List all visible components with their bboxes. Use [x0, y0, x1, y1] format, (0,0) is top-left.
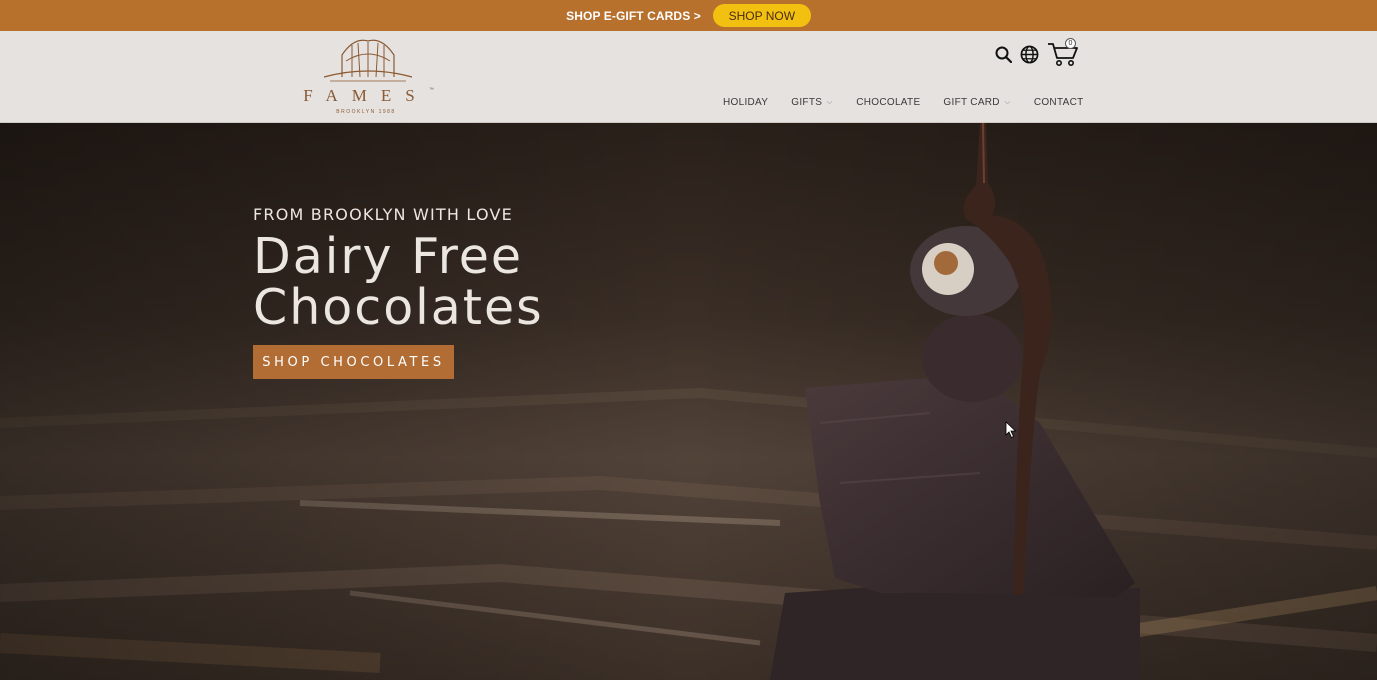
- promo-bar: SHOP E-GIFT CARDS > SHOP NOW: [0, 0, 1377, 31]
- nav-item-label: GIFTS: [791, 97, 823, 108]
- nav-item-chocolate[interactable]: CHOCOLATE: [856, 97, 920, 108]
- bridge-logo-icon: [323, 39, 413, 82]
- site-header: FAMES ™ BROOKLYN 1988 0 HOLIDAY GIFTS CH…: [0, 31, 1377, 123]
- hero-chocolate-image: [0, 123, 1377, 680]
- hero-banner: FROM BROOKLYN WITH LOVE Dairy Free Choco…: [0, 123, 1377, 680]
- hero-title: Dairy Free Chocolates: [253, 231, 613, 333]
- logo[interactable]: FAMES ™ BROOKLYN 1988: [296, 37, 442, 119]
- hero-title-line: Chocolates: [253, 279, 544, 336]
- mouse-cursor-icon: [1005, 421, 1017, 439]
- shop-now-button[interactable]: SHOP NOW: [712, 4, 811, 27]
- nav-item-gift-card[interactable]: GIFT CARD: [943, 97, 1011, 108]
- main-nav: HOLIDAY GIFTS CHOCOLATE GIFT CARD CONTAC…: [723, 97, 1084, 108]
- chevron-down-icon: [826, 100, 833, 105]
- nav-item-gifts[interactable]: GIFTS: [791, 97, 833, 108]
- nav-item-label: CHOCOLATE: [856, 97, 921, 108]
- logo-wordmark: FAMES: [303, 86, 429, 105]
- nav-item-holiday[interactable]: HOLIDAY: [723, 97, 768, 108]
- hero-eyebrow: FROM BROOKLYN WITH LOVE: [253, 205, 513, 224]
- nav-item-label: GIFT CARD: [943, 97, 1000, 108]
- search-icon[interactable]: [995, 46, 1012, 63]
- globe-icon[interactable]: [1020, 45, 1039, 64]
- chevron-down-icon: [1004, 100, 1011, 105]
- nav-item-label: CONTACT: [1033, 97, 1084, 108]
- logo-subtitle: BROOKLYN 1988: [336, 109, 396, 115]
- nav-item-contact[interactable]: CONTACT: [1034, 97, 1084, 108]
- nav-item-label: HOLIDAY: [723, 97, 769, 108]
- promo-text[interactable]: SHOP E-GIFT CARDS >: [566, 9, 701, 23]
- hero-title-line: Dairy Free: [253, 228, 524, 285]
- cart-count-badge: 0: [1065, 38, 1076, 49]
- shop-chocolates-button[interactable]: SHOP CHOCOLATES: [253, 345, 454, 379]
- logo-trademark: ™: [429, 87, 434, 93]
